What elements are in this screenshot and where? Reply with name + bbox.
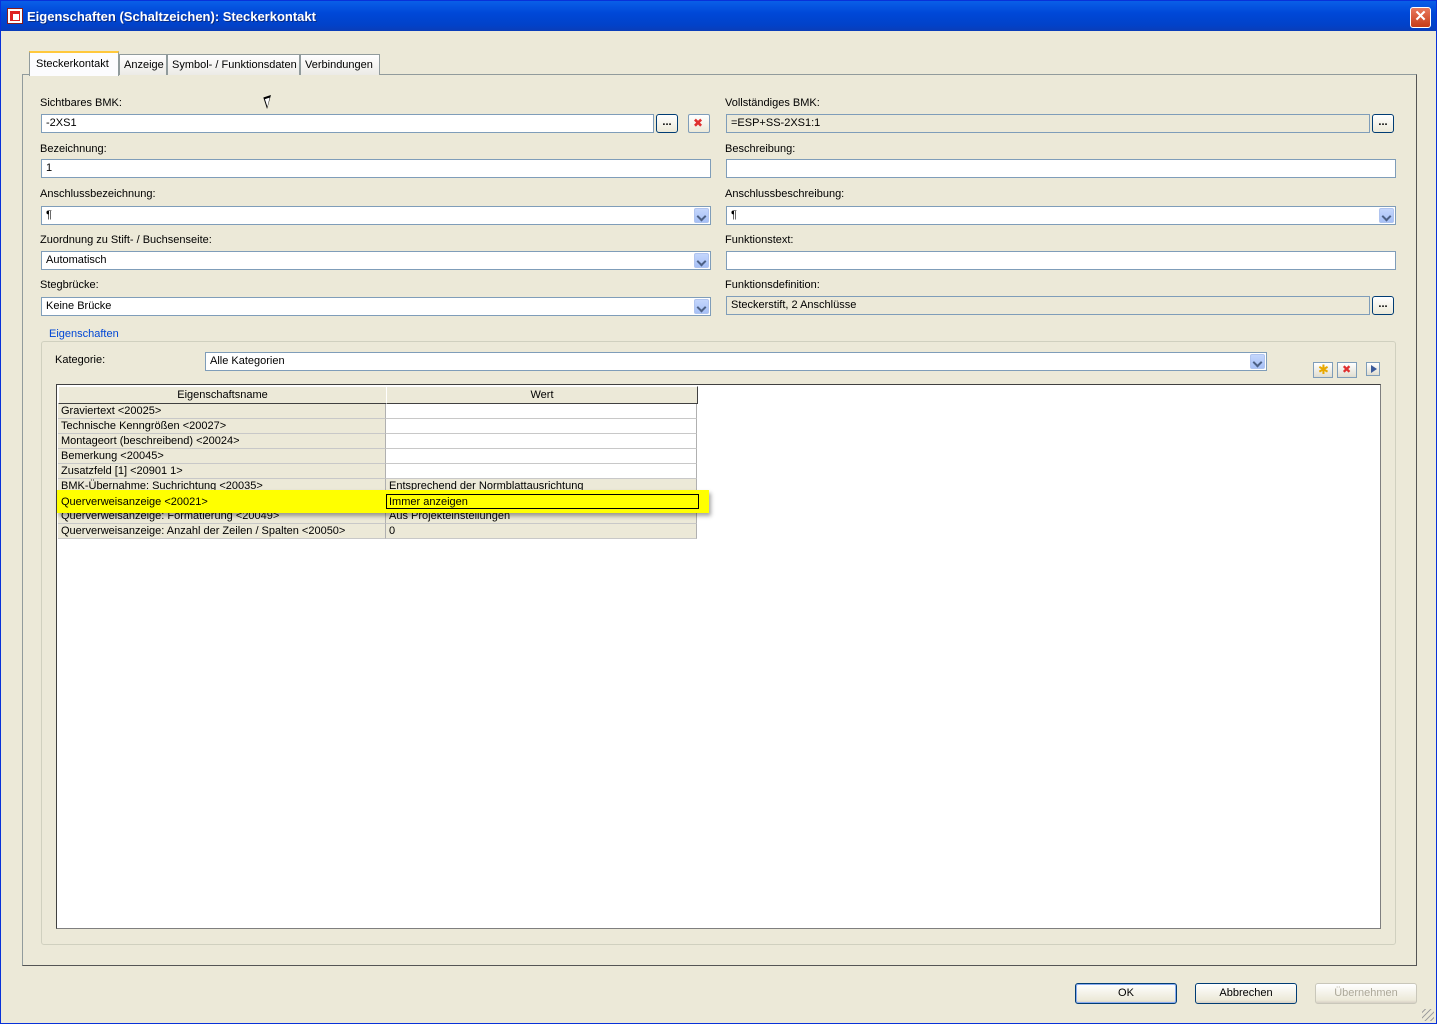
kategorie-value: Alle Kategorien bbox=[210, 355, 285, 367]
sichtbares-bmk-label: Sichtbares BMK: bbox=[40, 97, 122, 109]
properties-group-title: Eigenschaften bbox=[47, 328, 121, 340]
property-value[interactable] bbox=[386, 404, 697, 419]
play-arrow-icon[interactable] bbox=[1366, 362, 1380, 376]
property-name: Querverweisanzeige <20021> bbox=[61, 496, 208, 508]
property-value[interactable] bbox=[386, 419, 697, 434]
property-name: Querverweisanzeige: Anzahl der Zeilen / … bbox=[58, 524, 386, 539]
funktionsdefinition-input[interactable]: Steckerstift, 2 Anschlüsse bbox=[726, 296, 1370, 315]
stegbruecke-combo[interactable]: Keine Brücke bbox=[41, 297, 711, 316]
tab-verbindungen[interactable]: Verbindungen bbox=[300, 54, 380, 75]
anschlussbezeichnung-label: Anschlussbezeichnung: bbox=[40, 188, 156, 200]
kategorie-label: Kategorie: bbox=[55, 354, 106, 366]
sichtbares-bmk-input[interactable]: -2XS1 bbox=[41, 114, 654, 133]
tab-symbol-funktionsdaten[interactable]: Symbol- / Funktionsdaten bbox=[167, 54, 300, 75]
chevron-down-icon[interactable] bbox=[694, 253, 709, 268]
close-icon: ✕ bbox=[1414, 8, 1427, 25]
delete-icon[interactable] bbox=[688, 114, 710, 133]
kategorie-combo[interactable]: Alle Kategorien bbox=[205, 352, 1267, 371]
app-icon bbox=[7, 8, 23, 24]
new-property-icon[interactable] bbox=[1313, 362, 1333, 378]
tab-anzeige[interactable]: Anzeige bbox=[119, 54, 167, 75]
zuordnung-label: Zuordnung zu Stift- / Buchsenseite: bbox=[40, 234, 212, 246]
cancel-button[interactable]: Abbrechen bbox=[1195, 983, 1297, 1004]
anschlussbezeichnung-value: ¶ bbox=[46, 209, 52, 221]
close-button[interactable]: ✕ bbox=[1410, 7, 1431, 28]
funktionsdefinition-browse-button[interactable]: ... bbox=[1372, 296, 1394, 315]
tab-steckerkontakt[interactable]: Steckerkontakt bbox=[29, 51, 119, 76]
property-name: Montageort (beschreibend) <20024> bbox=[58, 434, 386, 449]
beschreibung-label: Beschreibung: bbox=[725, 143, 796, 155]
chevron-down-icon[interactable] bbox=[1250, 354, 1265, 369]
bezeichnung-label: Bezeichnung: bbox=[40, 143, 107, 155]
zuordnung-value: Automatisch bbox=[46, 254, 107, 266]
properties-dialog: Eigenschaften (Schaltzeichen): Steckerko… bbox=[0, 0, 1437, 1024]
chevron-down-icon[interactable] bbox=[1379, 208, 1394, 223]
anschlussbeschreibung-value: ¶ bbox=[731, 209, 737, 221]
zuordnung-combo[interactable]: Automatisch bbox=[41, 251, 711, 270]
stegbruecke-value: Keine Brücke bbox=[46, 300, 112, 312]
anschlussbeschreibung-combo[interactable]: ¶ bbox=[726, 206, 1396, 225]
property-value[interactable] bbox=[386, 434, 697, 449]
property-name: Bemerkung <20045> bbox=[58, 449, 386, 464]
vollstaendiges-bmk-input[interactable]: =ESP+SS-2XS1:1 bbox=[726, 114, 1370, 133]
property-value[interactable]: 0 bbox=[386, 524, 697, 539]
property-value[interactable] bbox=[386, 464, 697, 479]
funktionstext-label: Funktionstext: bbox=[725, 234, 794, 246]
vollstaendiges-bmk-browse-button[interactable]: ... bbox=[1372, 114, 1394, 133]
sichtbares-bmk-browse-button[interactable]: ... bbox=[656, 114, 678, 133]
table-row[interactable]: Graviertext <20025> bbox=[58, 404, 698, 419]
resize-grip-icon[interactable] bbox=[1422, 1009, 1434, 1021]
chevron-down-icon[interactable] bbox=[694, 208, 709, 223]
property-name: Zusatzfeld [1] <20901 1> bbox=[58, 464, 386, 479]
anschlussbeschreibung-label: Anschlussbeschreibung: bbox=[725, 188, 845, 200]
delete-property-icon[interactable] bbox=[1337, 362, 1357, 378]
table-row[interactable]: Zusatzfeld [1] <20901 1> bbox=[58, 464, 698, 479]
title-bar[interactable]: Eigenschaften (Schaltzeichen): Steckerko… bbox=[1, 1, 1436, 31]
window-title: Eigenschaften (Schaltzeichen): Steckerko… bbox=[27, 9, 316, 24]
value-edit-box[interactable] bbox=[386, 494, 699, 509]
table-row[interactable]: Montageort (beschreibend) <20024> bbox=[58, 434, 698, 449]
table-row[interactable]: Technische Kenngrößen <20027> bbox=[58, 419, 698, 434]
chevron-down-icon[interactable] bbox=[694, 299, 709, 314]
ok-button[interactable]: OK bbox=[1075, 983, 1177, 1004]
vollstaendiges-bmk-label: Vollständiges BMK: bbox=[725, 97, 820, 109]
property-name: Graviertext <20025> bbox=[58, 404, 386, 419]
beschreibung-input[interactable] bbox=[726, 159, 1396, 178]
stegbruecke-label: Stegbrücke: bbox=[40, 279, 99, 291]
property-value[interactable] bbox=[386, 449, 697, 464]
apply-button[interactable]: Übernehmen bbox=[1315, 983, 1417, 1004]
anschlussbezeichnung-combo[interactable]: ¶ bbox=[41, 206, 711, 225]
column-header-name[interactable]: Eigenschaftsname bbox=[58, 386, 387, 404]
bezeichnung-input[interactable]: 1 bbox=[41, 159, 711, 178]
property-name: Technische Kenngrößen <20027> bbox=[58, 419, 386, 434]
properties-grid[interactable]: Eigenschaftsname Wert Graviertext <20025… bbox=[56, 384, 1381, 929]
funktionsdefinition-label: Funktionsdefinition: bbox=[725, 279, 820, 291]
funktionstext-input[interactable] bbox=[726, 251, 1396, 270]
table-row[interactable]: Querverweisanzeige: Anzahl der Zeilen / … bbox=[58, 524, 698, 539]
table-row[interactable]: Bemerkung <20045> bbox=[58, 449, 698, 464]
column-header-value[interactable]: Wert bbox=[386, 386, 698, 404]
